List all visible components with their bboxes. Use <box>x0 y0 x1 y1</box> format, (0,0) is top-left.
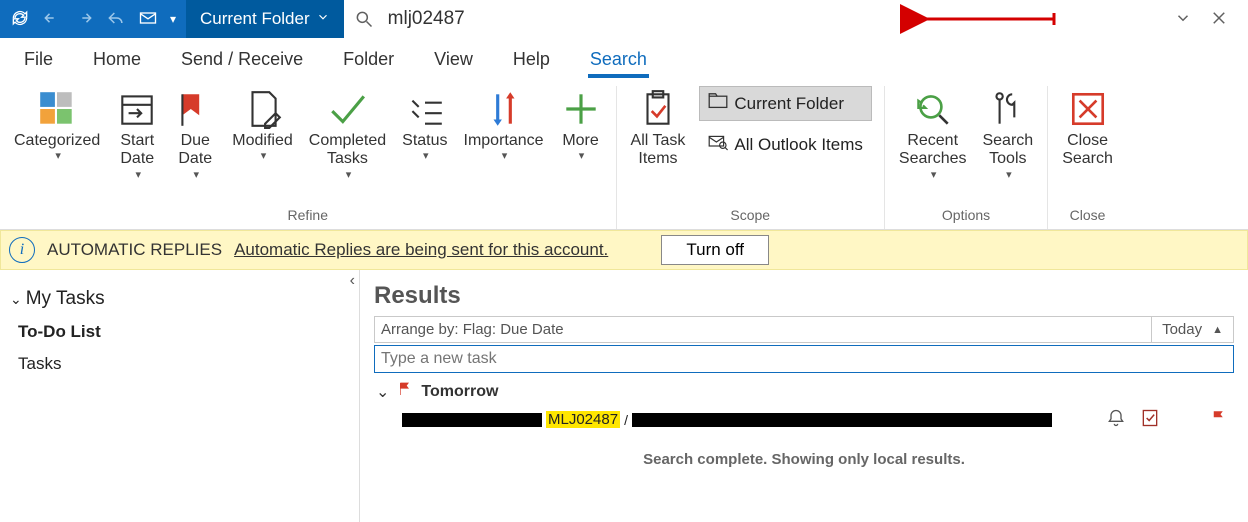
all-outlook-items-button[interactable]: All Outlook Items <box>699 127 872 162</box>
tab-home[interactable]: Home <box>73 38 161 80</box>
sync-icon[interactable] <box>10 8 30 31</box>
search-match-text: MLJ02487 <box>546 411 620 428</box>
chevron-down-icon: ⌄ <box>376 382 389 402</box>
status-button[interactable]: Status▾ <box>396 86 453 165</box>
all-task-items-button[interactable]: All Task Items <box>625 86 692 171</box>
more-button[interactable]: More▾ <box>554 86 608 165</box>
status-icon <box>404 88 446 130</box>
group-tomorrow[interactable]: ⌄ Tomorrow <box>374 373 1234 406</box>
start-date-icon <box>116 88 158 130</box>
search-icon <box>354 9 374 29</box>
notice-title: AUTOMATIC REPLIES <box>47 240 222 260</box>
redacted-text <box>402 413 542 427</box>
search-scope-label: Current Folder <box>200 9 310 29</box>
clipboard-check-icon <box>637 88 679 130</box>
group-label-options: Options <box>942 207 990 227</box>
info-icon: i <box>9 237 35 263</box>
nav-item-to-do-list[interactable]: To-Do List <box>0 316 359 348</box>
task-check-icon[interactable] <box>1140 408 1160 431</box>
categorized-button[interactable]: Categorized▾ <box>8 86 106 165</box>
separator-text: / <box>624 412 628 428</box>
group-label-refine: Refine <box>288 207 328 227</box>
arrange-sort-button[interactable]: Today ▲ <box>1151 317 1233 342</box>
modified-button[interactable]: Modified▾ <box>226 86 298 165</box>
search-close-icon[interactable] <box>1210 9 1228 30</box>
due-date-icon <box>174 88 216 130</box>
tab-view[interactable]: View <box>414 38 493 80</box>
start-date-button[interactable]: Start Date▾ <box>110 86 164 183</box>
sort-asc-icon: ▲ <box>1212 324 1223 336</box>
task-row[interactable]: MLJ02487 / <box>374 406 1234 433</box>
nav-item-tasks[interactable]: Tasks <box>0 348 359 380</box>
close-search-icon <box>1067 88 1109 130</box>
nav-header-my-tasks[interactable]: ⌄ My Tasks <box>0 282 359 316</box>
new-task-input[interactable] <box>381 350 1227 368</box>
tab-folder[interactable]: Folder <box>323 38 414 80</box>
annotation-arrow-icon <box>914 4 1064 34</box>
reply-icon[interactable] <box>106 8 126 31</box>
redacted-text <box>632 413 1052 427</box>
search-tools-button[interactable]: Search Tools▾ <box>976 86 1039 183</box>
close-search-button[interactable]: Close Search <box>1056 86 1119 171</box>
completed-icon <box>326 88 368 130</box>
envelope-search-icon <box>708 134 728 155</box>
nav-collapse-icon[interactable]: ‹ <box>350 272 355 290</box>
menu-bar: File Home Send / Receive Folder View Hel… <box>0 38 1248 80</box>
arrange-by-button[interactable]: Arrange by: Flag: Due Date <box>375 317 1151 342</box>
qat-overflow-icon[interactable]: ▾ <box>170 12 176 26</box>
notice-link[interactable]: Automatic Replies are being sent for thi… <box>234 240 608 260</box>
chevron-down-icon: ⌄ <box>10 291 22 308</box>
importance-button[interactable]: Importance▾ <box>458 86 550 165</box>
completed-tasks-button[interactable]: Completed Tasks▾ <box>303 86 392 183</box>
flag-icon <box>397 381 413 402</box>
reminder-icon[interactable] <box>1106 408 1126 431</box>
group-label-scope: Scope <box>730 207 770 227</box>
modified-icon <box>242 88 284 130</box>
search-expand-icon[interactable] <box>1174 9 1192 30</box>
tab-search[interactable]: Search <box>570 38 667 80</box>
tab-help[interactable]: Help <box>493 38 570 80</box>
redo-icon[interactable] <box>74 8 94 31</box>
importance-icon <box>483 88 525 130</box>
flag-icon[interactable] <box>1210 409 1228 430</box>
tab-file[interactable]: File <box>4 38 73 80</box>
categorized-icon <box>36 88 78 130</box>
mail-icon[interactable] <box>138 8 158 31</box>
turn-off-button[interactable]: Turn off <box>661 235 769 265</box>
search-status-text: Search complete. Showing only local resu… <box>374 433 1234 486</box>
recent-searches-icon <box>912 88 954 130</box>
due-date-button[interactable]: Due Date▾ <box>168 86 222 183</box>
recent-searches-button[interactable]: Recent Searches▾ <box>893 86 973 183</box>
group-label-close: Close <box>1070 207 1106 227</box>
current-folder-button[interactable]: Current Folder <box>699 86 872 121</box>
tab-send-receive[interactable]: Send / Receive <box>161 38 323 80</box>
folder-icon <box>708 93 728 114</box>
tools-icon <box>987 88 1029 130</box>
chevron-down-icon <box>316 9 330 29</box>
search-scope-dropdown[interactable]: Current Folder <box>186 0 344 38</box>
undo-icon[interactable] <box>42 8 62 31</box>
more-icon <box>560 88 602 130</box>
results-heading: Results <box>374 278 1234 316</box>
auto-reply-notice: i AUTOMATIC REPLIES Automatic Replies ar… <box>0 230 1248 270</box>
